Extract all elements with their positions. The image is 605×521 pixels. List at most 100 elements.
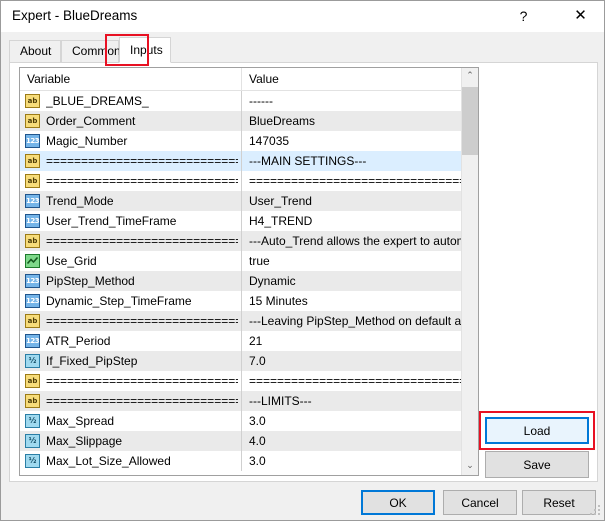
cell-variable: ab ==============================...	[20, 371, 241, 391]
cell-variable: ab Order_Comment	[20, 111, 241, 131]
cell-value[interactable]: ---LIMITS---	[241, 391, 462, 411]
reset-button[interactable]: Reset	[522, 490, 596, 515]
load-button[interactable]: Load	[485, 417, 589, 444]
table-row[interactable]: ab ==============================...=====…	[20, 371, 478, 391]
string-icon: ab	[25, 154, 40, 168]
variable-name: ==============================...	[46, 374, 238, 388]
cell-variable: Use_Grid	[20, 251, 241, 271]
scroll-up-icon[interactable]: ⌃	[462, 68, 478, 85]
tab-inputs[interactable]: Inputs	[119, 37, 171, 63]
cell-variable: ½ If_Fixed_PipStep	[20, 351, 241, 371]
cell-value[interactable]: ==================================...	[241, 171, 462, 191]
integer-icon: 123	[25, 194, 40, 208]
variable-name: Order_Comment	[46, 114, 136, 128]
cell-value[interactable]: H4_TREND	[241, 211, 462, 231]
table-row[interactable]: 123 ATR_Period 21	[20, 331, 478, 351]
table-row[interactable]: ab ==============================...---MA…	[20, 151, 478, 171]
scroll-down-icon[interactable]: ⌄	[462, 458, 478, 475]
variable-name: Dynamic_Step_TimeFrame	[46, 294, 192, 308]
table-row[interactable]: 123 Trend_Mode User_Trend	[20, 191, 478, 211]
cell-value[interactable]: 3.0	[241, 411, 462, 431]
variable-name: ==============================...	[46, 234, 238, 248]
column-header-variable[interactable]: Variable	[20, 68, 241, 90]
cell-value[interactable]: ------	[241, 91, 462, 111]
expert-properties-dialog: Expert - BlueDreams ? ✕ About Common Inp…	[0, 0, 605, 521]
cell-value[interactable]: ---Auto_Trend allows the expert to autom…	[241, 231, 462, 251]
table-row[interactable]: ab ==============================...---Au…	[20, 231, 478, 251]
cell-value[interactable]: ---Leaving PipStep_Method on default all…	[241, 311, 462, 331]
variable-name: Trend_Mode	[46, 194, 114, 208]
cell-variable: ½ Max_Spread	[20, 411, 241, 431]
string-icon: ab	[25, 174, 40, 188]
cell-variable: 123 Trend_Mode	[20, 191, 241, 211]
string-icon: ab	[25, 374, 40, 388]
cell-value[interactable]: 21	[241, 331, 462, 351]
variable-name: Use_Grid	[46, 254, 97, 268]
tab-common[interactable]: Common	[61, 40, 121, 62]
variable-name: Magic_Number	[46, 134, 128, 148]
cell-value[interactable]: true	[241, 251, 462, 271]
cell-variable: 123 Magic_Number	[20, 131, 241, 151]
cell-variable: ab ==============================...	[20, 171, 241, 191]
integer-icon: 123	[25, 134, 40, 148]
cell-value[interactable]: 7.0	[241, 351, 462, 371]
cell-value[interactable]: BlueDreams	[241, 111, 462, 131]
table-row[interactable]: ab ==============================...---Le…	[20, 311, 478, 331]
variable-name: Max_Slippage	[46, 434, 123, 448]
float-icon: ½	[25, 354, 40, 368]
cell-value[interactable]: 4.0	[241, 431, 462, 451]
table-row[interactable]: 123 Dynamic_Step_TimeFrame 15 Minutes	[20, 291, 478, 311]
table-row[interactable]: ½ Max_Lot_Size_Allowed 3.0	[20, 451, 478, 471]
save-button[interactable]: Save	[485, 451, 589, 478]
cell-value[interactable]: ==================================...	[241, 371, 462, 391]
cell-value[interactable]: 147035	[241, 131, 462, 151]
resize-grip-icon[interactable]	[589, 505, 601, 517]
cell-value[interactable]: Dynamic	[241, 271, 462, 291]
table-row[interactable]: 123 PipStep_Method Dynamic	[20, 271, 478, 291]
help-button[interactable]: ?	[501, 1, 546, 31]
cell-variable: ½ Max_Slippage	[20, 431, 241, 451]
scrollbar-thumb[interactable]	[462, 87, 478, 155]
string-icon: ab	[25, 394, 40, 408]
string-icon: ab	[25, 94, 40, 108]
bool-icon	[25, 254, 40, 268]
table-scrollbar[interactable]: ⌃ ⌄	[461, 68, 478, 475]
table-row[interactable]: Use_Grid true	[20, 251, 478, 271]
integer-icon: 123	[25, 274, 40, 288]
table-row[interactable]: ½ If_Fixed_PipStep 7.0	[20, 351, 478, 371]
integer-icon: 123	[25, 334, 40, 348]
cell-value[interactable]: User_Trend	[241, 191, 462, 211]
table-row[interactable]: ab ==============================...---LI…	[20, 391, 478, 411]
table-row[interactable]: ab _BLUE_DREAMS_ ------	[20, 91, 478, 111]
float-icon: ½	[25, 454, 40, 468]
table-row[interactable]: 123 Magic_Number 147035	[20, 131, 478, 151]
tab-about[interactable]: About	[9, 40, 61, 62]
cell-variable: ab _BLUE_DREAMS_	[20, 91, 241, 111]
variable-name: PipStep_Method	[46, 274, 135, 288]
variable-name: Max_Spread	[46, 414, 115, 428]
table-row[interactable]: ½ Max_Spread 3.0	[20, 411, 478, 431]
table-row[interactable]: ½ Max_Slippage 4.0	[20, 431, 478, 451]
table-row[interactable]: ab ==============================...=====…	[20, 171, 478, 191]
variable-name: ==============================...	[46, 394, 238, 408]
string-icon: ab	[25, 234, 40, 248]
inputs-table[interactable]: Variable Value ab _BLUE_DREAMS_ ------ ab Or…	[19, 67, 479, 476]
cell-value[interactable]: 3.0	[241, 451, 462, 471]
cell-variable: ab ==============================...	[20, 151, 241, 171]
string-icon: ab	[25, 114, 40, 128]
table-row[interactable]: 123 User_Trend_TimeFrame H4_TREND	[20, 211, 478, 231]
cancel-button[interactable]: Cancel	[443, 490, 517, 515]
cell-value[interactable]: 15 Minutes	[241, 291, 462, 311]
variable-name: User_Trend_TimeFrame	[46, 214, 177, 228]
cell-variable: 123 PipStep_Method	[20, 271, 241, 291]
cell-variable: ab ==============================...	[20, 391, 241, 411]
cell-variable: 123 User_Trend_TimeFrame	[20, 211, 241, 231]
integer-icon: 123	[25, 294, 40, 308]
close-icon[interactable]: ✕	[558, 1, 603, 31]
column-header-value[interactable]: Value	[241, 68, 462, 90]
variable-name: ==============================...	[46, 154, 238, 168]
variable-name: Max_Lot_Size_Allowed	[46, 454, 171, 468]
table-row[interactable]: ab Order_Comment BlueDreams	[20, 111, 478, 131]
cell-value[interactable]: ---MAIN SETTINGS---	[241, 151, 462, 171]
ok-button[interactable]: OK	[361, 490, 435, 515]
